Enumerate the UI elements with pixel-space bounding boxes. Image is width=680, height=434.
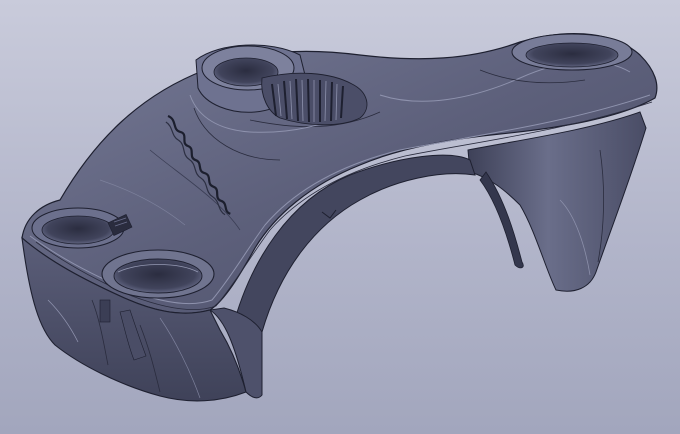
right-fork-leg (467, 111, 647, 292)
triple-clamp-model[interactable] (0, 0, 680, 434)
cad-viewport[interactable] (0, 0, 680, 434)
front-fork-bore (101, 249, 215, 299)
